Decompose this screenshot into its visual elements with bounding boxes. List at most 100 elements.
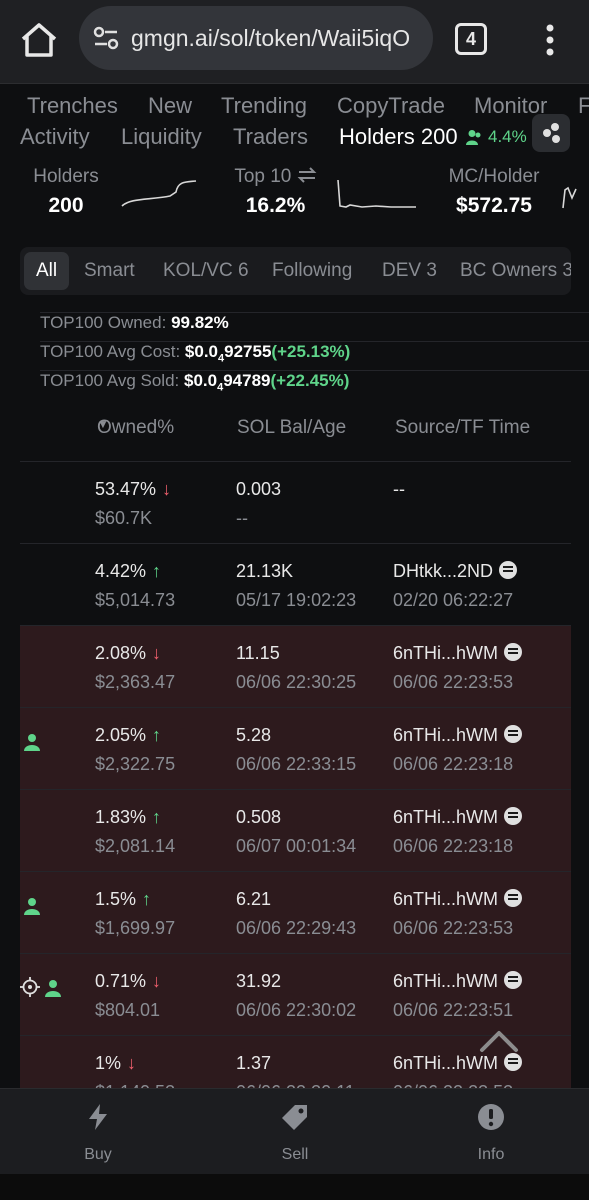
- source-wallet-icon[interactable]: [499, 561, 518, 579]
- tab-switcher-button[interactable]: 4: [455, 23, 487, 55]
- source-wallet-icon[interactable]: [504, 643, 523, 661]
- stat-top10-label: Top 10: [228, 166, 323, 188]
- sol-balance: 0.508: [236, 807, 282, 827]
- nav-copytrade[interactable]: CopyTrade: [337, 93, 445, 119]
- summary-avg-cost-value: $0.0492755: [184, 342, 272, 364]
- summary-avg-cost-label: TOP100 Avg Cost:: [40, 342, 181, 361]
- avg-sold-rest: 94789: [223, 371, 271, 390]
- owned-pct: 1%: [95, 1053, 122, 1073]
- top100-summary: TOP100 Owned: 99.82% TOP100 Avg Cost: $0…: [40, 312, 589, 399]
- avg-sold-prefix: $0.0: [183, 371, 218, 390]
- table-row[interactable]: 2.08% ↓ $2,363.47 11.15 06/06 22:30:25 6nTHi.…: [20, 625, 571, 707]
- source-address[interactable]: 6nTHi...hWM: [393, 807, 498, 827]
- summary-owned-label: TOP100 Owned:: [40, 313, 167, 332]
- summary-avg-cost: TOP100 Avg Cost: $0.0492755(+25.13%): [40, 341, 589, 370]
- url-text[interactable]: gmgn.ai/sol/token/Waii5iqO: [131, 25, 427, 52]
- stat-top10-value: 16.2%: [245, 194, 306, 217]
- header-sol-bal-age[interactable]: SOL Bal/Age: [237, 417, 346, 439]
- source-wallet-icon[interactable]: [504, 971, 523, 989]
- info-button[interactable]: Info: [451, 1103, 531, 1164]
- table-row[interactable]: 1.5% ↑ $1,699.97 6.21 06/06 22:29:43 6nTHi...…: [20, 871, 571, 953]
- table-row[interactable]: 53.47% ↓ $60.7K 0.003 -- --: [20, 461, 571, 543]
- swap-icon[interactable]: [297, 167, 317, 183]
- wallet-person-icon: [23, 897, 41, 915]
- tab-liquidity[interactable]: Liquidity: [121, 124, 202, 150]
- sell-label: Sell: [281, 1146, 309, 1163]
- source-address[interactable]: 6nTHi...hWM: [393, 643, 498, 663]
- home-icon[interactable]: [18, 20, 60, 60]
- transfer-time: 06/06 22:23:18: [393, 836, 514, 856]
- source-address[interactable]: 6nTHi...hWM: [393, 725, 498, 745]
- sol-balance: 1.37: [236, 1053, 272, 1073]
- stat-holders-value: 200: [48, 194, 84, 217]
- owned-usd: $2,322.75: [95, 754, 176, 774]
- source-address[interactable]: 6nTHi...hWM: [393, 971, 498, 991]
- arrow-down-icon: ↓: [162, 479, 172, 499]
- avg-cost-rest: 92755: [224, 342, 272, 361]
- wallet-age: 06/07 00:01:34: [236, 836, 357, 856]
- stat-mc-holder: MC/Holder $572.75: [440, 166, 548, 218]
- more-menu-icon[interactable]: [538, 22, 562, 58]
- wallet-person-icon: [23, 733, 41, 751]
- scroll-to-top-icon[interactable]: [479, 1022, 519, 1062]
- source-cell: 6nTHi...hWM: [393, 807, 523, 828]
- secondary-nav: Activity Liquidity Traders Holders 200 4…: [0, 124, 589, 152]
- owned-usd: $2,363.47: [95, 672, 176, 692]
- table-row[interactable]: 2.05% ↑ $2,322.75 5.28 06/06 22:33:15 6nTHi..…: [20, 707, 571, 789]
- summary-owned: TOP100 Owned: 99.82%: [40, 312, 589, 341]
- filter-smart[interactable]: Smart: [84, 260, 135, 282]
- header-source-tf-time[interactable]: Source/TF Time: [395, 417, 530, 439]
- table-row[interactable]: 4.42% ↑ $5,014.73 21.13K 05/17 19:02:23 DHtkk…: [20, 543, 571, 625]
- wallet-age: 06/06 22:29:43: [236, 918, 357, 938]
- nav-trenches[interactable]: Trenches: [27, 93, 118, 119]
- nav-more[interactable]: F: [578, 93, 589, 119]
- tab-holders[interactable]: Holders 200: [339, 124, 458, 150]
- avg-cost-prefix: $0.0: [184, 342, 219, 361]
- arrow-up-icon: ↑: [152, 561, 162, 581]
- owned-pct: 2.05%: [95, 725, 147, 745]
- sell-button[interactable]: Sell: [255, 1103, 335, 1164]
- owned-pct: 2.08%: [95, 643, 147, 663]
- tracked-target-icon[interactable]: [20, 977, 40, 997]
- filter-kol-vc[interactable]: KOL/VC 6: [163, 260, 249, 282]
- site-settings-icon[interactable]: [93, 26, 119, 50]
- filter-dev[interactable]: DEV 3: [382, 260, 437, 282]
- summary-avg-sold-change: (+22.45%): [270, 371, 350, 390]
- filter-bc-owners[interactable]: BC Owners 3: [460, 260, 571, 282]
- summary-owned-value: 99.82%: [171, 313, 229, 332]
- source-wallet-icon[interactable]: [504, 889, 523, 907]
- summary-avg-cost-change: (+25.13%): [271, 342, 351, 361]
- share-icon: [543, 123, 560, 143]
- source-wallet-icon[interactable]: [504, 725, 523, 743]
- owned-pct-cell: 2.05% ↑: [95, 725, 161, 746]
- tab-activity[interactable]: Activity: [20, 124, 90, 150]
- tab-traders[interactable]: Traders: [233, 124, 308, 150]
- sort-desc-icon: ▼: [97, 417, 109, 431]
- filter-following[interactable]: Following: [272, 260, 352, 282]
- nav-trending[interactable]: Trending: [221, 93, 307, 119]
- buy-label: Buy: [84, 1146, 112, 1163]
- nav-new[interactable]: New: [148, 93, 192, 119]
- share-button[interactable]: [532, 114, 570, 152]
- source-wallet-icon[interactable]: [504, 807, 523, 825]
- source-address[interactable]: DHtkk...2ND: [393, 561, 493, 581]
- buy-button[interactable]: Buy: [58, 1103, 138, 1164]
- mc-holder-sparkline: [562, 186, 577, 209]
- owned-pct-cell: 2.08% ↓: [95, 643, 161, 664]
- owned-pct: 1.83%: [95, 807, 147, 827]
- source-address[interactable]: 6nTHi...hWM: [393, 889, 498, 909]
- system-nav-bar: [0, 1174, 589, 1200]
- holders-people-icon: [466, 130, 481, 145]
- lightning-icon: [89, 1104, 107, 1130]
- sol-balance: 0.003: [236, 479, 282, 499]
- owned-pct-cell: 53.47% ↓: [95, 479, 171, 500]
- table-row[interactable]: 1.83% ↑ $2,081.14 0.508 06/07 00:01:34 6nTHi.…: [20, 789, 571, 871]
- wallet-age: --: [236, 508, 248, 528]
- owned-pct-cell: 0.71% ↓: [95, 971, 161, 992]
- owned-pct-cell: 4.42% ↑: [95, 561, 161, 582]
- filter-all[interactable]: All: [24, 252, 70, 290]
- summary-avg-sold-value: $0.0494789: [183, 371, 271, 393]
- url-bar[interactable]: gmgn.ai/sol/token/Waii5iqO: [79, 6, 433, 70]
- owned-usd: $804.01: [95, 1000, 161, 1020]
- source-address[interactable]: --: [393, 479, 405, 499]
